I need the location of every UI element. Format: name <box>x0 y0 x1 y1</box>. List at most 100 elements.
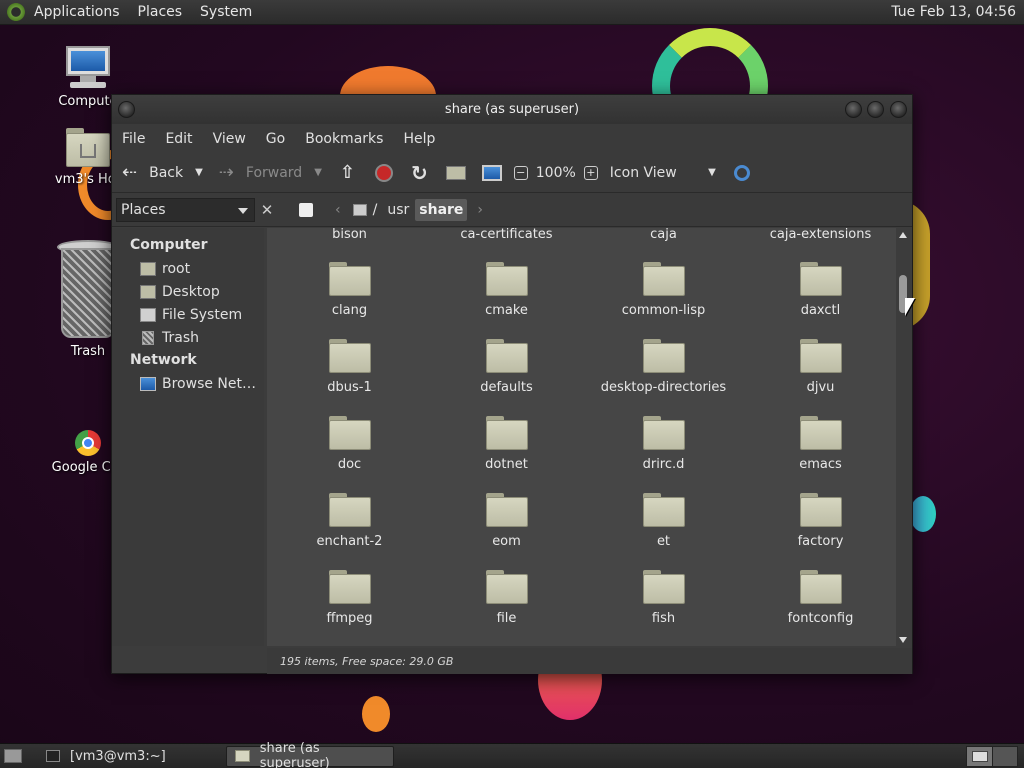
search-button[interactable] <box>722 153 756 192</box>
close-icon: ✕ <box>260 200 274 219</box>
back-arrow-icon: ⇠ <box>122 162 138 183</box>
back-button[interactable]: ⇠ Back <box>112 153 189 192</box>
folder-icon <box>642 570 685 604</box>
forward-history-dropdown[interactable]: ▼ <box>308 153 328 192</box>
folder-item[interactable]: bison <box>271 228 428 242</box>
workspace-switcher[interactable] <box>966 745 1018 767</box>
stop-button[interactable] <box>367 153 401 192</box>
up-button[interactable]: ⇧ <box>328 153 367 192</box>
folder-item[interactable]: drirc.d <box>585 416 742 472</box>
breadcrumb-scroll-left[interactable]: ‹ <box>331 199 345 221</box>
folder-label: bison <box>332 228 367 242</box>
folder-icon <box>234 750 250 762</box>
menu-go[interactable]: Go <box>256 131 295 147</box>
menubar: File Edit View Go Bookmarks Help <box>112 124 912 153</box>
window-menu-button[interactable] <box>118 101 135 118</box>
sidebar-item-browse-network[interactable]: Browse Net… <box>112 372 264 395</box>
back-history-dropdown[interactable]: ▼ <box>189 153 209 192</box>
folder-item[interactable]: ffmpeg <box>271 570 428 626</box>
breadcrumb-scroll-right[interactable]: › <box>473 199 487 221</box>
terminal-icon <box>46 750 60 762</box>
forward-button[interactable]: ⇢ Forward <box>209 153 308 192</box>
folder-item[interactable]: ca-certificates <box>428 228 585 242</box>
folder-icon <box>328 416 371 450</box>
folder-label: common-lisp <box>621 303 706 318</box>
folder-item[interactable]: emacs <box>742 416 899 472</box>
folder-item[interactable]: enchant-2 <box>271 493 428 549</box>
edit-location-button[interactable] <box>295 199 317 221</box>
breadcrumb-share[interactable]: share <box>415 198 468 221</box>
applications-menu[interactable]: Applications <box>25 0 129 25</box>
folder-item[interactable]: clang <box>271 262 428 318</box>
folder-label: drirc.d <box>642 457 685 472</box>
folder-icon <box>328 493 371 527</box>
window-title: share (as superuser) <box>444 102 580 117</box>
folder-item[interactable]: eom <box>428 493 585 549</box>
folder-item[interactable]: caja-extensions <box>742 228 899 242</box>
sidebar-item-desktop[interactable]: Desktop <box>112 280 264 303</box>
folder-item[interactable]: et <box>585 493 742 549</box>
breadcrumb-root[interactable]: / <box>349 199 382 221</box>
workspace-1[interactable] <box>967 746 993 766</box>
folder-item[interactable]: factory <box>742 493 899 549</box>
folder-item[interactable]: fontconfig <box>742 570 899 626</box>
folder-icon <box>485 570 528 604</box>
decor-blob <box>362 696 390 732</box>
folder-item[interactable]: fish <box>585 570 742 626</box>
maximize-button[interactable] <box>867 101 884 118</box>
menu-edit[interactable]: Edit <box>155 131 202 147</box>
home-button[interactable] <box>438 153 474 192</box>
folder-item[interactable]: dbus-1 <box>271 339 428 395</box>
sidebar-type-select[interactable]: Places <box>116 197 255 222</box>
menu-help[interactable]: Help <box>393 131 445 147</box>
folder-item[interactable]: caja <box>585 228 742 242</box>
sidebar-item-file-system[interactable]: File System <box>112 303 264 326</box>
close-sidebar-button[interactable]: ✕ <box>255 198 279 222</box>
folder-icon <box>328 262 371 296</box>
sidebar-item-trash[interactable]: Trash <box>112 326 264 349</box>
sidebar-item-label: Desktop <box>162 283 220 300</box>
view-mode-select[interactable]: Icon View ▼ <box>602 153 722 192</box>
sidebar-item-root[interactable]: root <box>112 257 264 280</box>
reload-button[interactable]: ↻ <box>401 153 438 192</box>
search-icon <box>733 164 750 181</box>
folder-icon <box>328 339 371 373</box>
up-arrow-icon: ⇧ <box>339 162 355 183</box>
zoom-out-button[interactable]: − <box>510 153 532 192</box>
taskbar-file-manager[interactable]: share (as superuser) <box>225 741 394 768</box>
menu-view[interactable]: View <box>203 131 256 147</box>
show-desktop-button[interactable] <box>2 746 24 767</box>
distro-logo-icon[interactable] <box>7 3 25 21</box>
menu-bookmarks[interactable]: Bookmarks <box>295 131 393 147</box>
places-menu[interactable]: Places <box>129 0 192 25</box>
close-button[interactable] <box>890 101 907 118</box>
folder-item[interactable]: common-lisp <box>585 262 742 318</box>
folder-icon <box>642 416 685 450</box>
folder-item[interactable]: doc <box>271 416 428 472</box>
folder-item[interactable]: dotnet <box>428 416 585 472</box>
folder-icon <box>799 570 842 604</box>
clock[interactable]: Tue Feb 13, 04:56 <box>891 4 1024 20</box>
breadcrumb-usr-label: usr <box>387 201 410 218</box>
folder-item[interactable]: daxctl <box>742 262 899 318</box>
computer-button[interactable] <box>474 153 510 192</box>
zoom-in-button[interactable]: + <box>580 153 602 192</box>
scroll-down-icon[interactable] <box>899 637 907 643</box>
zoom-level[interactable]: 100% <box>532 153 580 192</box>
taskbar-terminal[interactable]: [vm3@vm3:~] <box>38 746 174 767</box>
folder-item[interactable]: djvu <box>742 339 899 395</box>
system-menu[interactable]: System <box>191 0 261 25</box>
menu-file[interactable]: File <box>112 131 155 147</box>
folder-item[interactable]: cmake <box>428 262 585 318</box>
folder-item[interactable]: defaults <box>428 339 585 395</box>
folder-item[interactable]: desktop-directories <box>585 339 742 395</box>
folder-label: ffmpeg <box>326 611 373 626</box>
minimize-button[interactable] <box>845 101 862 118</box>
folder-item[interactable]: file <box>428 570 585 626</box>
window-titlebar[interactable]: share (as superuser) <box>112 95 912 124</box>
content-scrollbar[interactable] <box>896 228 910 646</box>
folder-label: et <box>656 534 671 549</box>
folder-icon <box>485 493 528 527</box>
scroll-up-icon[interactable] <box>899 232 907 238</box>
breadcrumb-usr[interactable]: usr <box>383 199 413 221</box>
